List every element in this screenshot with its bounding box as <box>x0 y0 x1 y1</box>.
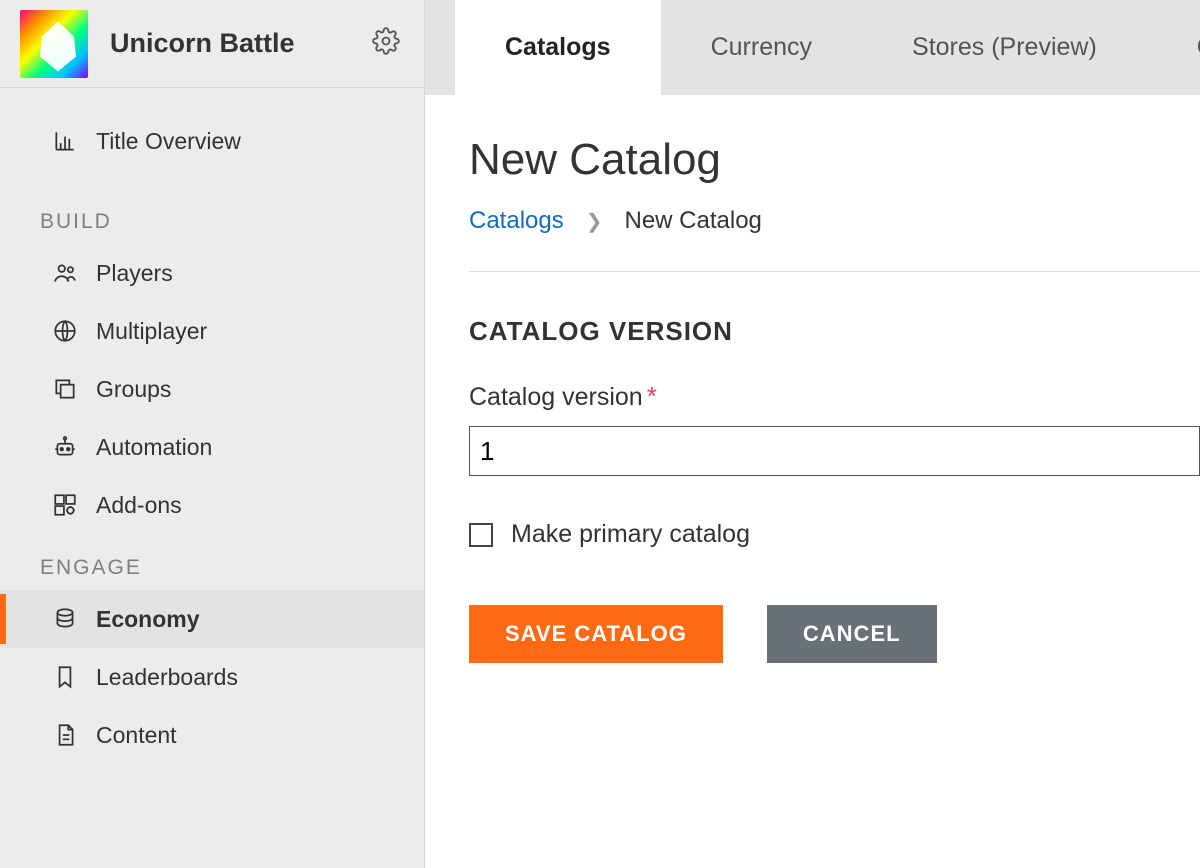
sidebar-item-title-overview[interactable]: Title Overview <box>0 112 424 170</box>
sidebar-item-automation[interactable]: Automation <box>0 418 424 476</box>
sidebar-section-engage: ENGAGE <box>0 556 424 580</box>
tab-label: Stores (Preview) <box>912 33 1097 62</box>
checkbox-icon <box>469 523 493 547</box>
sidebar-item-label: Multiplayer <box>96 318 207 345</box>
main: Catalogs Currency Stores (Preview) Cata … <box>425 0 1200 868</box>
form-section-header: CATALOG VERSION <box>469 316 1200 347</box>
page-title: New Catalog <box>469 135 1200 185</box>
sidebar-item-content[interactable]: Content <box>0 706 424 764</box>
bookmark-icon <box>52 664 96 690</box>
copy-icon <box>52 376 96 402</box>
tab-stores-preview[interactable]: Stores (Preview) <box>862 0 1147 95</box>
app-title: Unicorn Battle <box>110 28 368 59</box>
app-header: Unicorn Battle <box>0 0 424 88</box>
sidebar-section-build: BUILD <box>0 210 424 234</box>
sidebar-item-label: Automation <box>96 434 212 461</box>
sidebar-item-label: Economy <box>96 606 200 633</box>
sidebar-item-players[interactable]: Players <box>0 244 424 302</box>
coins-icon <box>52 606 96 632</box>
sidebar-item-multiplayer[interactable]: Multiplayer <box>0 302 424 360</box>
sidebar-item-groups[interactable]: Groups <box>0 360 424 418</box>
sidebar-item-label: Players <box>96 260 173 287</box>
robot-icon <box>52 434 96 460</box>
save-catalog-button[interactable]: SAVE CATALOG <box>469 605 723 663</box>
sidebar-item-label: Leaderboards <box>96 664 238 691</box>
sidebar-item-addons[interactable]: Add-ons <box>0 476 424 534</box>
checkbox-label: Make primary catalog <box>511 520 750 549</box>
cancel-button[interactable]: CANCEL <box>767 605 937 663</box>
sidebar: Unicorn Battle Title Overview BUILD Play… <box>0 0 425 868</box>
required-asterisk: * <box>647 381 657 411</box>
tab-label: Catalogs <box>505 33 611 62</box>
breadcrumb-current: New Catalog <box>625 207 762 235</box>
globe-icon <box>52 318 96 344</box>
tab-truncated[interactable]: Cata <box>1147 0 1200 95</box>
gear-icon <box>372 27 400 60</box>
sidebar-item-economy[interactable]: Economy <box>0 590 424 648</box>
sidebar-item-label: Groups <box>96 376 171 403</box>
chevron-right-icon: ❯ <box>586 209 603 234</box>
button-row: SAVE CATALOG CANCEL <box>469 605 1200 663</box>
make-primary-checkbox[interactable]: Make primary catalog <box>469 520 1200 549</box>
settings-button[interactable] <box>368 26 404 62</box>
grid-gear-icon <box>52 492 96 518</box>
breadcrumb-root-link[interactable]: Catalogs <box>469 207 564 235</box>
document-icon <box>52 722 96 748</box>
sidebar-item-leaderboards[interactable]: Leaderboards <box>0 648 424 706</box>
catalog-version-input[interactable] <box>469 426 1200 476</box>
catalog-version-label: Catalog version* <box>469 381 1200 412</box>
bar-chart-icon <box>52 128 96 154</box>
tabbar: Catalogs Currency Stores (Preview) Cata <box>425 0 1200 95</box>
form-section: CATALOG VERSION Catalog version* Make pr… <box>469 272 1200 663</box>
tab-catalogs[interactable]: Catalogs <box>455 0 661 95</box>
breadcrumb: Catalogs ❯ New Catalog <box>469 207 1200 272</box>
content: New Catalog Catalogs ❯ New Catalog CATAL… <box>425 95 1200 868</box>
sidebar-item-label: Title Overview <box>96 128 241 155</box>
tab-label: Currency <box>711 33 812 62</box>
sidebar-item-label: Add-ons <box>96 492 182 519</box>
app-logo <box>20 10 88 78</box>
tab-currency[interactable]: Currency <box>661 0 862 95</box>
users-icon <box>52 260 96 286</box>
sidebar-item-label: Content <box>96 722 177 749</box>
